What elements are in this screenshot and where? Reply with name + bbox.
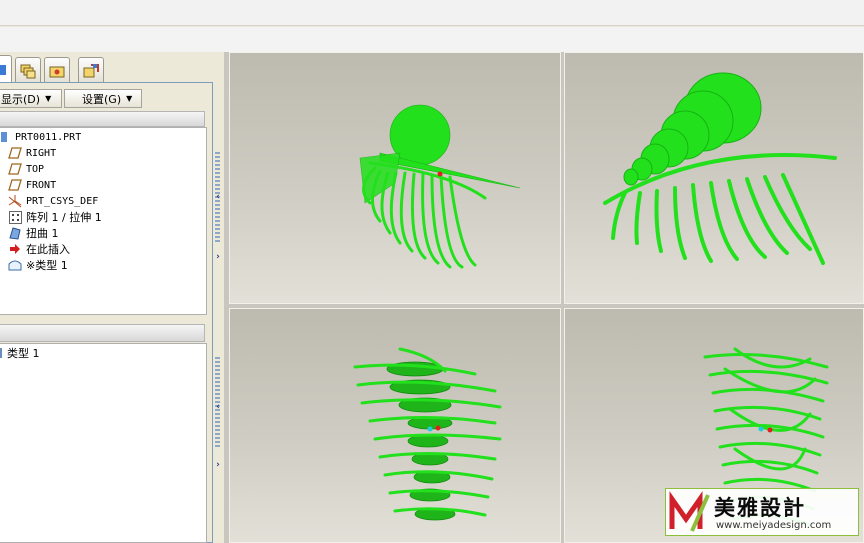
tree-row-label: TOP bbox=[26, 163, 45, 175]
watermark-url: www.meiyadesign.com bbox=[716, 520, 832, 531]
tab-favorites[interactable] bbox=[44, 57, 70, 83]
tree-row-label: PRT0011.PRT bbox=[15, 131, 82, 143]
viewport-bottom-left[interactable] bbox=[229, 308, 561, 543]
feature-icon bbox=[7, 258, 23, 272]
tree-row-label: RIGHT bbox=[26, 147, 57, 159]
tree-row-top[interactable]: TOP bbox=[7, 161, 44, 177]
tree-row-label: 扭曲 1 bbox=[26, 227, 59, 240]
model-view-1 bbox=[359, 104, 521, 269]
graphics-area[interactable] bbox=[224, 52, 864, 543]
tree-row-insert-here[interactable]: 在此插入 bbox=[7, 241, 70, 257]
model-tree: PRT0011.PRT RIGHT TOP FRONT PRT_CSYS_DEF… bbox=[0, 127, 207, 315]
tree-row-feature[interactable]: ※类型 1 bbox=[7, 257, 68, 273]
display-menu-button[interactable]: 显示(D) ▼ bbox=[0, 89, 62, 108]
datum-plane-icon bbox=[7, 162, 23, 176]
connections-icon bbox=[83, 63, 99, 77]
tree-row-warp[interactable]: 扭曲 1 bbox=[7, 225, 59, 241]
brand-logo-icon bbox=[669, 491, 710, 532]
display-menu-label: 显示(D) bbox=[1, 92, 41, 106]
expand-right-icon[interactable]: › bbox=[214, 252, 222, 262]
chevron-down-icon: ▼ bbox=[45, 94, 52, 103]
settings-menu-button[interactable]: 设置(G) ▼ bbox=[64, 89, 142, 108]
tab-connections[interactable] bbox=[78, 57, 104, 83]
viewport-top-left[interactable] bbox=[229, 52, 561, 304]
tree-row-label: 在此插入 bbox=[26, 243, 70, 256]
collapse-left-icon[interactable]: ‹ bbox=[214, 192, 222, 202]
navigator-tabs bbox=[0, 55, 220, 84]
tree-row-label: FRONT bbox=[26, 179, 57, 191]
layer-row[interactable]: 类型 1 bbox=[0, 345, 40, 361]
model-view-3 bbox=[353, 347, 502, 521]
navigator-frame: 显示(D) ▼ 设置(G) ▼ PRT0011.PRT RIGHT TOP FR… bbox=[0, 82, 213, 543]
tree-row-label: 阵列 1 / 拉伸 1 bbox=[26, 211, 102, 224]
tree-row-pattern[interactable]: 阵列 1 / 拉伸 1 bbox=[7, 209, 102, 225]
tab-folder-browser[interactable] bbox=[15, 57, 41, 83]
model-view-2 bbox=[603, 72, 837, 265]
warp-icon bbox=[7, 226, 23, 240]
tree-row-label: ※类型 1 bbox=[26, 259, 68, 272]
tree-row-front[interactable]: FRONT bbox=[7, 177, 56, 193]
datum-plane-icon bbox=[7, 146, 23, 160]
settings-menu-label: 设置(G) bbox=[82, 92, 122, 106]
layer-icon bbox=[0, 346, 4, 360]
favorites-folder-icon bbox=[49, 66, 65, 77]
title-bar bbox=[0, 0, 864, 26]
toolbar-strip bbox=[0, 27, 864, 52]
folders-icon bbox=[20, 64, 36, 78]
tree-menubar: 显示(D) ▼ 设置(G) ▼ bbox=[0, 89, 210, 108]
layer-tree-header bbox=[0, 324, 205, 342]
layer-tree: 类型 1 bbox=[0, 343, 207, 543]
tree-row-csys[interactable]: PRT_CSYS_DEF bbox=[7, 193, 98, 209]
model-tree-header bbox=[0, 111, 205, 127]
tree-row-label: PRT_CSYS_DEF bbox=[26, 195, 99, 207]
pattern-icon bbox=[7, 210, 23, 224]
viewport-top-right[interactable] bbox=[564, 52, 864, 304]
collapse-left-icon[interactable]: ‹ bbox=[214, 402, 222, 412]
tree-row-right[interactable]: RIGHT bbox=[7, 145, 56, 161]
model-tree-icon bbox=[0, 65, 6, 75]
insert-here-icon bbox=[7, 242, 23, 256]
tab-model-tree[interactable] bbox=[0, 55, 12, 84]
tree-row-label: 类型 1 bbox=[7, 347, 40, 360]
expand-right-icon[interactable]: › bbox=[214, 460, 222, 470]
datum-plane-icon bbox=[7, 178, 23, 192]
part-icon bbox=[0, 130, 12, 144]
panel-splitter[interactable]: ‹ › ‹ › bbox=[213, 52, 223, 543]
watermark-logo: 美雅設計 www.meiyadesign.com bbox=[665, 488, 859, 536]
watermark-text: 美雅設計 bbox=[714, 496, 806, 520]
chevron-down-icon: ▼ bbox=[126, 94, 133, 103]
tree-row-part[interactable]: PRT0011.PRT bbox=[0, 129, 81, 145]
navigator-panel: 显示(D) ▼ 设置(G) ▼ PRT0011.PRT RIGHT TOP FR… bbox=[0, 52, 220, 543]
csys-icon bbox=[7, 194, 23, 208]
